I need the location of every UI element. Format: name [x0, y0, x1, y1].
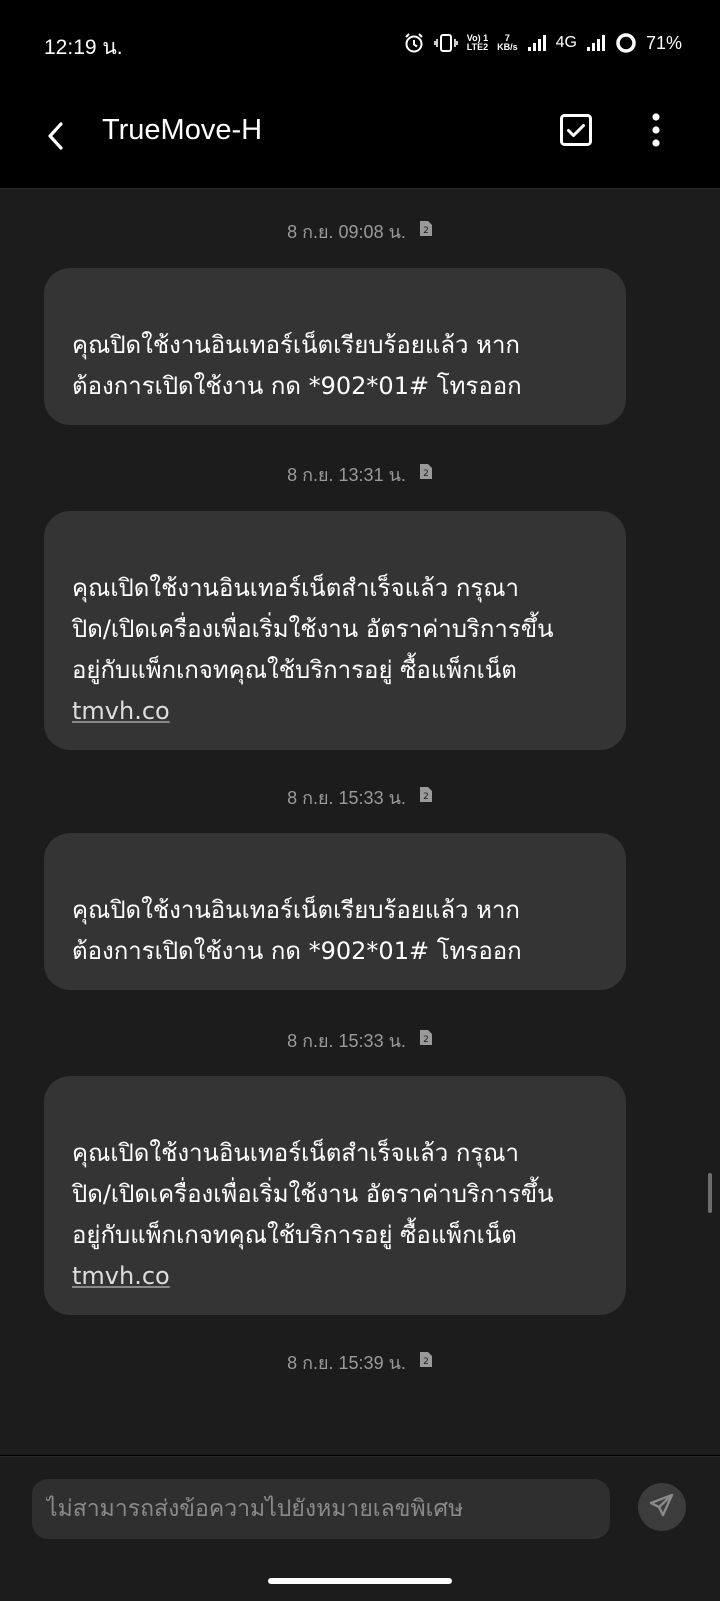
status-bar: 12:19 น. Vo) 1 LTE2 7 KB/s 4G 71%	[0, 0, 720, 88]
select-checkbox-icon	[559, 113, 593, 151]
home-indicator[interactable]	[268, 1578, 452, 1584]
message-timestamp: 8 ก.ย. 15:39 น. 2	[0, 1348, 720, 1377]
send-button[interactable]	[638, 1483, 686, 1531]
sim-badge-number: 2	[423, 1035, 429, 1045]
signal-icon-2	[586, 34, 606, 52]
signal-icon	[527, 34, 547, 52]
conversation-list[interactable]: 8 ก.ย. 09:08 น. 2 คุณปิดใช้งานอินเทอร์เน…	[0, 189, 720, 1455]
back-button[interactable]	[36, 116, 76, 160]
message-bubble[interactable]: คุณปิดใช้งานอินเทอร์เน็ตเรียบร้อยแล้ว หา…	[44, 833, 626, 990]
volte-bottom-label: LTE2	[466, 42, 489, 52]
back-arrow-icon	[45, 121, 67, 155]
status-time: 12:19 น.	[44, 36, 123, 59]
message-link[interactable]: tmvh.co	[72, 1262, 170, 1290]
more-options-button[interactable]	[634, 110, 678, 154]
message-bubble[interactable]: คุณเปิดใช้งานอินเทอร์เน็ตสำเร็จแล้ว กรุณ…	[44, 511, 626, 750]
sim-badge-number: 2	[423, 1357, 429, 1367]
scrollbar-thumb[interactable]	[708, 1173, 712, 1213]
network-rate: 7 KB/s	[497, 34, 518, 52]
select-messages-button[interactable]	[554, 110, 598, 154]
message-text: คุณเปิดใช้งานอินเทอร์เน็ตสำเร็จแล้ว กรุณ…	[72, 574, 554, 684]
sim-card-icon: 2	[419, 1029, 433, 1051]
message-text: คุณเปิดใช้งานอินเทอร์เน็ตสำเร็จแล้ว กรุณ…	[72, 1139, 554, 1249]
message-text: คุณปิดใช้งานอินเทอร์เน็ตเรียบร้อยแล้ว หา…	[72, 331, 522, 400]
message-link[interactable]: tmvh.co	[72, 697, 170, 725]
timestamp-text: 8 ก.ย. 15:39 น.	[287, 1353, 406, 1373]
message-timestamp: 8 ก.ย. 13:31 น. 2	[0, 460, 720, 489]
sim-badge-number: 2	[423, 226, 429, 236]
sim-card-icon: 2	[419, 1351, 433, 1373]
timestamp-text: 8 ก.ย. 13:31 น.	[287, 465, 406, 485]
timestamp-text: 8 ก.ย. 15:33 น.	[287, 788, 406, 808]
app-bar: TrueMove-H	[0, 88, 720, 189]
network-type: 4G	[555, 34, 577, 51]
send-icon	[649, 1492, 675, 1522]
sim-badge-number: 2	[423, 469, 429, 479]
timestamp-text: 8 ก.ย. 15:33 น.	[287, 1031, 406, 1051]
alarm-icon	[403, 32, 425, 54]
timestamp-text: 8 ก.ย. 09:08 น.	[287, 222, 406, 242]
message-timestamp: 8 ก.ย. 09:08 น. 2	[0, 217, 720, 246]
sim-badge-number: 2	[423, 792, 429, 802]
more-vert-icon	[651, 113, 661, 151]
sim-card-icon: 2	[419, 786, 433, 808]
message-bubble[interactable]: คุณปิดใช้งานอินเทอร์เน็ตเรียบร้อยแล้ว หา…	[44, 268, 626, 425]
message-bubble[interactable]: คุณเปิดใช้งานอินเทอร์เน็ตสำเร็จแล้ว กรุณ…	[44, 1076, 626, 1315]
battery-percent: 71%	[645, 32, 682, 53]
status-icons: Vo) 1 LTE2 7 KB/s 4G 71%	[403, 28, 682, 58]
message-text: คุณปิดใช้งานอินเทอร์เน็ตเรียบร้อยแล้ว หา…	[72, 896, 522, 965]
sim-card-icon: 2	[419, 220, 433, 242]
battery-ring-icon	[615, 32, 637, 54]
message-timestamp: 8 ก.ย. 15:33 น. 2	[0, 783, 720, 812]
vibrate-icon	[433, 32, 458, 54]
network-rate-unit: KB/s	[497, 42, 518, 52]
conversation-title: TrueMove-H	[102, 114, 263, 146]
message-timestamp: 8 ก.ย. 15:33 น. 2	[0, 1026, 720, 1055]
sim-card-icon: 2	[419, 463, 433, 485]
message-input[interactable]	[32, 1479, 610, 1539]
volte-icon: Vo) 1 LTE2	[467, 34, 488, 52]
